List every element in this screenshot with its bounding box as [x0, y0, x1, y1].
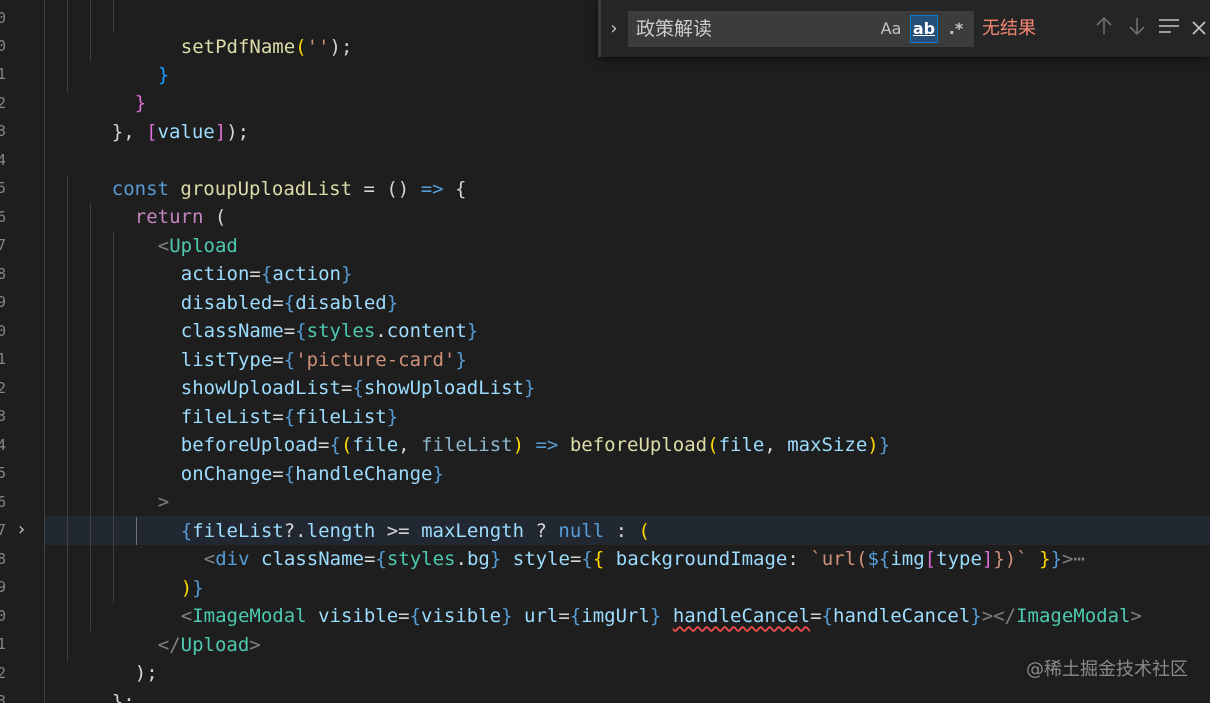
code-line[interactable]: )}	[0, 545, 1210, 599]
code-line[interactable]: return (	[0, 174, 1210, 228]
code-line[interactable]: onChange={handleChange}	[0, 431, 1210, 485]
code-line[interactable]: beforeUpload={(file, fileList) => before…	[0, 402, 1210, 456]
code-line[interactable]: </Upload>	[0, 602, 1210, 656]
code-token: [	[146, 120, 158, 143]
find-input[interactable]: 政策解读 Aa ab .*	[628, 11, 974, 47]
close-icon[interactable]	[1188, 11, 1210, 47]
code-token: },	[111, 120, 147, 143]
code-token: );	[226, 120, 250, 143]
previous-match-arrow-up-icon[interactable]	[1090, 11, 1118, 47]
code-line[interactable]: <Upload	[0, 203, 1210, 257]
code-line[interactable]: listType={'picture-card'}	[0, 317, 1210, 371]
regex-icon[interactable]: .*	[943, 16, 969, 42]
code-line[interactable]: {fileList?.length >= maxLength ? null : …	[0, 488, 1210, 542]
find-widget: › 政策解读 Aa ab .* 无结果	[598, 0, 1210, 57]
toggle-replace-chevron-icon[interactable]: ›	[598, 0, 627, 57]
code-line[interactable]: const groupUploadList = () => {	[0, 146, 1210, 200]
code-line[interactable]: }, [value]);	[0, 89, 1210, 143]
code-token: value	[157, 120, 215, 143]
code-editor[interactable]: 0 0 1 2 3 4 5 6 7 8 9 0 1 2 3 4 5 6 7 8 …	[0, 0, 1210, 703]
watermark: @稀土掘金技术社区	[1026, 659, 1188, 680]
find-results-status: 无结果	[982, 18, 1036, 39]
code-line[interactable]: action={action}	[0, 231, 1210, 285]
code-line[interactable]: <ImageModal visible={visible} url={imgUr…	[0, 573, 1210, 627]
code-token: ]	[214, 120, 227, 143]
code-token: };	[111, 690, 135, 703]
next-match-arrow-down-icon[interactable]	[1123, 11, 1151, 47]
code-line[interactable]: showUploadList={showUploadList}	[0, 345, 1210, 399]
code-line[interactable]: fileList={fileList}	[0, 374, 1210, 428]
code-line[interactable]: disabled={disabled}	[0, 260, 1210, 314]
code-line[interactable]: >	[0, 459, 1210, 513]
match-whole-word-icon[interactable]: ab	[910, 15, 938, 43]
code-line-folded[interactable]: <div className={styles.bg} style={{ back…	[0, 516, 1210, 570]
code-line[interactable]: className={styles.content}	[0, 288, 1210, 342]
match-case-icon[interactable]: Aa	[878, 16, 904, 42]
find-in-selection-icon[interactable]	[1155, 11, 1183, 47]
code-line[interactable]: }	[0, 60, 1210, 114]
find-query-text: 政策解读	[636, 18, 713, 40]
